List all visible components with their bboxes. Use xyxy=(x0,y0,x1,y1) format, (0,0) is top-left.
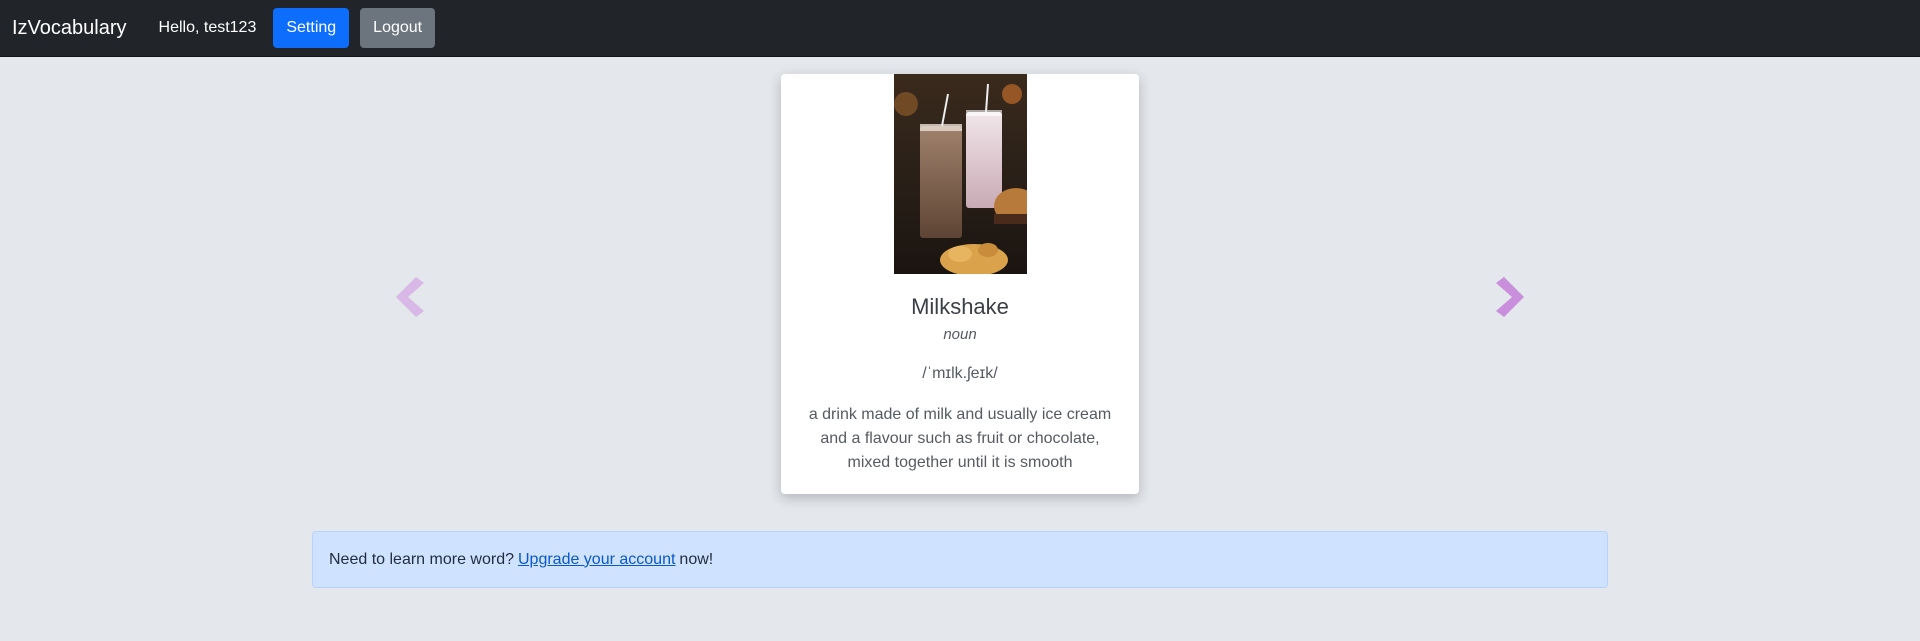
alert-suffix: now! xyxy=(679,550,714,568)
navbar: IzVocabulary Hello, test123 Setting Logo… xyxy=(0,0,1920,57)
upgrade-alert: Need to learn more word? Upgrade your ac… xyxy=(312,531,1608,588)
upgrade-account-link[interactable]: Upgrade your account xyxy=(518,551,675,569)
next-word-button[interactable] xyxy=(1494,273,1528,321)
vocabulary-card: Milkshake noun /ˈmɪlk.ʃeɪk/ a drink made… xyxy=(781,74,1139,494)
definition: a drink made of milk and usually ice cre… xyxy=(808,406,1112,471)
chevron-left-icon xyxy=(396,277,424,317)
setting-button[interactable]: Setting xyxy=(273,8,350,48)
pronunciation: /ˈmɪlk.ʃeɪk/ xyxy=(922,365,998,382)
alert-prefix: Need to learn more word? xyxy=(329,550,514,568)
brand-logo[interactable]: IzVocabulary xyxy=(12,17,127,40)
word-image xyxy=(894,74,1027,274)
chevron-right-icon xyxy=(1496,277,1524,317)
part-of-speech: noun xyxy=(943,326,977,343)
logout-button[interactable]: Logout xyxy=(360,8,436,48)
prev-word-button[interactable] xyxy=(392,273,426,321)
greeting-text: Hello, test123 xyxy=(158,19,257,36)
word-title: Milkshake xyxy=(911,294,1009,319)
